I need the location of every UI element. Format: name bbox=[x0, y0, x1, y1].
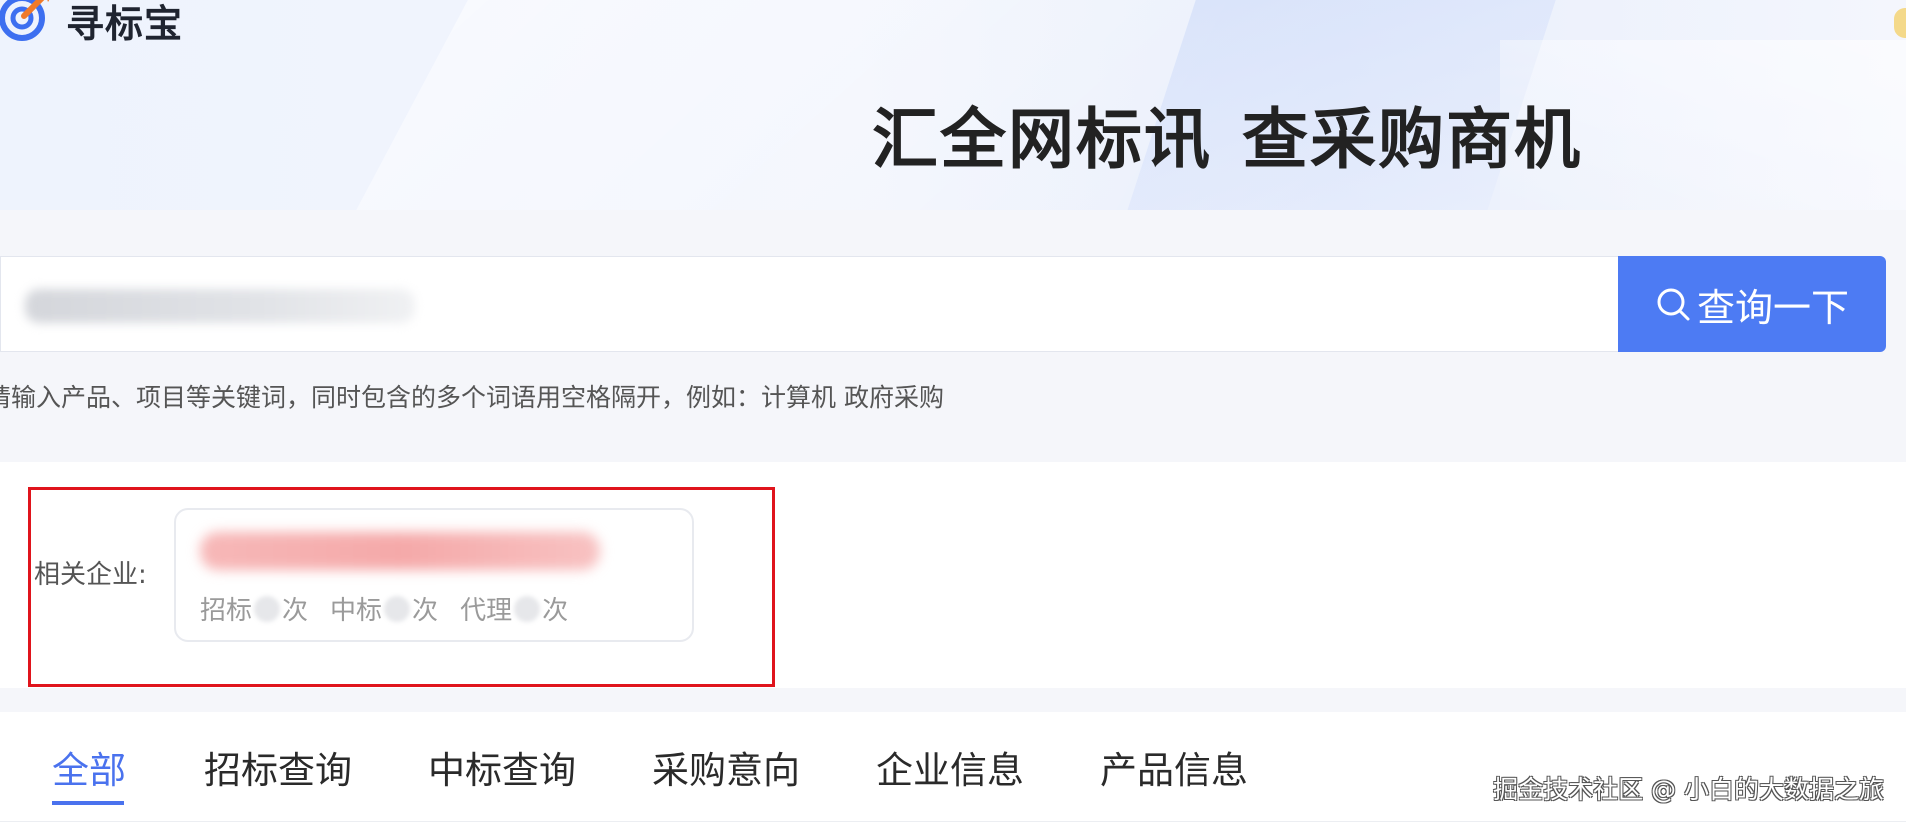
target-logo-icon bbox=[0, 0, 50, 41]
search-input[interactable] bbox=[0, 256, 1620, 352]
category-tabs: 全部 招标查询 中标查询 采购意向 企业信息 产品信息 掘金技术社区 @ 小白的… bbox=[0, 712, 1906, 822]
watermark: 掘金技术社区 @ 小白的大数据之旅 bbox=[1493, 775, 1884, 804]
slogan-part-1: 汇全网标讯 bbox=[872, 101, 1212, 178]
company-card[interactable]: 招标 次 中标 次 代理 次 bbox=[174, 508, 694, 642]
stat-win-count: 中标 次 bbox=[330, 595, 439, 626]
tab-procurement-intent[interactable]: 采购意向 bbox=[652, 740, 800, 794]
search-button-label: 查询一下 bbox=[1696, 285, 1849, 330]
tab-company-info[interactable]: 企业信息 bbox=[876, 740, 1024, 794]
search-hint: 请输入产品、项目等关键词，同时包含的多个词语用空格隔开，例如：计算机 政府采购 bbox=[0, 383, 944, 412]
slogan-part-2: 查采购商机 bbox=[1242, 101, 1582, 178]
count-redacted bbox=[384, 595, 411, 622]
avatar[interactable] bbox=[1894, 8, 1906, 38]
search-section: 查询一下 请输入产品、项目等关键词，同时包含的多个词语用空格隔开，例如：计算机 … bbox=[0, 210, 1906, 462]
company-stats: 招标 次 中标 次 代理 次 bbox=[200, 590, 590, 627]
related-company-label: 相关企业: bbox=[34, 560, 147, 590]
active-tab-indicator bbox=[52, 801, 124, 805]
page-slogan: 汇全网标讯 查采购商机 bbox=[872, 86, 1582, 182]
tab-all[interactable]: 全部 bbox=[52, 740, 126, 794]
stat-tender-count: 招标 次 bbox=[200, 595, 309, 626]
search-button[interactable]: 查询一下 bbox=[1618, 256, 1886, 352]
logo[interactable]: 寻标宝 bbox=[0, 0, 183, 48]
stat-agent-count: 代理 次 bbox=[460, 595, 569, 626]
count-redacted bbox=[514, 595, 541, 622]
count-redacted bbox=[254, 595, 281, 622]
hero-banner: 寻标宝 汇全网标讯 查采购商机 bbox=[0, 0, 1906, 210]
related-company-section: 相关企业: 招标 次 中标 次 代理 次 bbox=[0, 462, 1906, 688]
company-name-redacted bbox=[200, 532, 600, 570]
search-input-value-redacted bbox=[25, 289, 415, 323]
tab-product-info[interactable]: 产品信息 bbox=[1100, 740, 1248, 794]
section-divider bbox=[0, 688, 1906, 712]
search-icon bbox=[1657, 288, 1690, 321]
tab-tender-search[interactable]: 招标查询 bbox=[204, 740, 352, 794]
brand-name: 寻标宝 bbox=[66, 1, 184, 46]
tab-award-search[interactable]: 中标查询 bbox=[428, 740, 576, 794]
